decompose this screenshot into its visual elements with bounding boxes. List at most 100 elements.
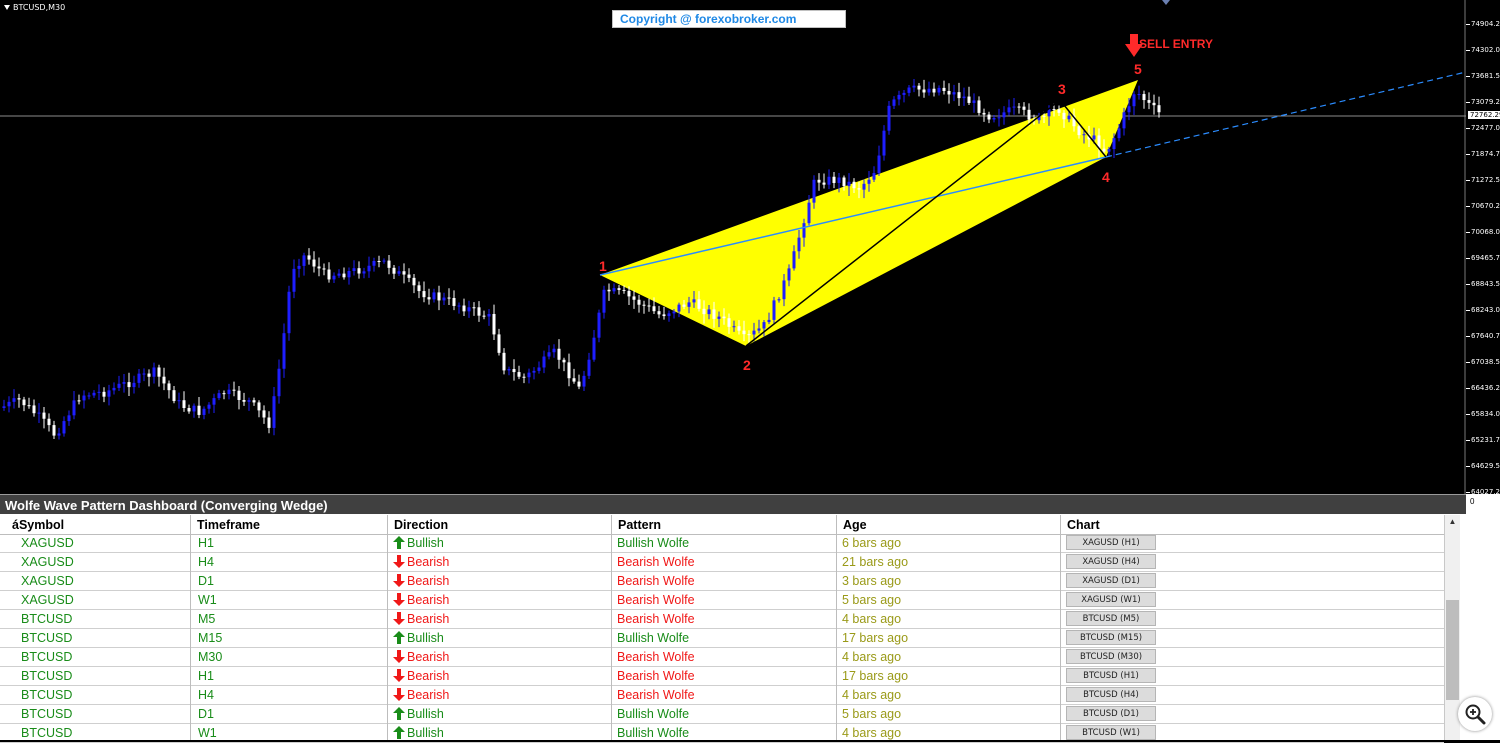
candle-body (787, 268, 791, 281)
candle-body (927, 88, 931, 93)
candle-body (47, 418, 51, 426)
candle-body (57, 433, 61, 436)
candle-body (552, 348, 556, 353)
open-chart-button[interactable]: XAGUSD (W1) (1066, 592, 1156, 607)
candle-body (32, 405, 36, 414)
candle-body (792, 251, 796, 269)
candle-body (272, 396, 276, 428)
candle-body (507, 369, 511, 371)
candle-body (237, 390, 241, 400)
candle-body (897, 94, 901, 100)
candle-body (892, 99, 896, 106)
candle-body (802, 223, 806, 238)
open-chart-button[interactable]: XAGUSD (D1) (1066, 573, 1156, 588)
row-direction-text: Bearish (407, 688, 450, 702)
candle-body (127, 382, 131, 388)
row-timeframe: H4 (198, 688, 214, 702)
zoom-button[interactable] (1458, 697, 1492, 731)
col-symbol-header[interactable]: áSymbol (6, 515, 190, 534)
dropdown-triangle-icon[interactable] (4, 5, 10, 10)
candle-body (517, 372, 521, 377)
row-age: 4 bars ago (842, 726, 902, 740)
candle-body (707, 309, 711, 315)
table-row: XAGUSD H4 Bearish Bearish Wolfe 21 bars ago X… (0, 553, 1444, 572)
price-axis-label: 65834.00 (1471, 410, 1500, 418)
row-direction: Bearish (384, 686, 449, 705)
price-axis-label: 71874.75 (1471, 150, 1500, 158)
open-chart-button[interactable]: BTCUSD (M15) (1066, 630, 1156, 645)
candle-body (357, 268, 361, 274)
row-pattern: Bearish Wolfe (617, 688, 695, 702)
arrow-down-icon (393, 555, 405, 568)
price-chart[interactable]: BTCUSD,M30 Copyright @ forexobroker.com … (0, 0, 1500, 496)
scroll-thumb[interactable] (1446, 600, 1459, 700)
price-axis-label: 67038.50 (1471, 358, 1500, 366)
table-row: XAGUSD W1 Bearish Bearish Wolfe 5 bars ago XA… (0, 591, 1444, 610)
candle-body (152, 367, 156, 377)
row-symbol: XAGUSD (21, 536, 74, 550)
candle-body (592, 337, 596, 360)
open-chart-button[interactable]: BTCUSD (H1) (1066, 668, 1156, 683)
candle-body (282, 333, 286, 369)
open-chart-button[interactable]: BTCUSD (W1) (1066, 725, 1156, 740)
row-direction: Bearish (384, 648, 449, 667)
candle-body (427, 297, 431, 300)
open-chart-button[interactable]: XAGUSD (H1) (1066, 535, 1156, 550)
candle-body (577, 381, 581, 387)
row-timeframe: H1 (198, 536, 214, 550)
candle-body (917, 85, 921, 90)
axis-tick (1466, 466, 1470, 467)
candle-body (107, 390, 111, 397)
col-pattern-header[interactable]: Pattern (611, 515, 836, 534)
row-pattern: Bearish Wolfe (617, 650, 695, 664)
candle-body (437, 292, 441, 301)
open-chart-button[interactable]: BTCUSD (D1) (1066, 706, 1156, 721)
candle-body (372, 260, 376, 266)
col-chart-header[interactable]: Chart (1060, 515, 1444, 534)
candle-body (227, 389, 231, 395)
candle-body (322, 268, 326, 270)
row-symbol: XAGUSD (21, 574, 74, 588)
candle-body (422, 291, 426, 298)
axis-tick (1466, 388, 1470, 389)
axis-tick (1466, 154, 1470, 155)
col-age-header[interactable]: Age (836, 515, 1060, 534)
candle-body (22, 399, 26, 406)
row-direction-text: Bearish (407, 650, 450, 664)
scroll-up-icon[interactable]: ▲ (1445, 515, 1460, 528)
open-chart-button[interactable]: BTCUSD (M30) (1066, 649, 1156, 664)
zoom-in-icon (1465, 704, 1486, 725)
column-divider (836, 515, 837, 740)
open-chart-button[interactable]: BTCUSD (M5) (1066, 611, 1156, 626)
candle-body (72, 400, 76, 416)
candle-body (432, 292, 436, 300)
open-chart-button[interactable]: XAGUSD (H4) (1066, 554, 1156, 569)
candle-body (1142, 94, 1146, 101)
candle-body (617, 288, 621, 290)
candle-body (627, 290, 631, 297)
candle-body (87, 395, 91, 397)
candle-body (1152, 102, 1156, 106)
candle-body (597, 312, 601, 338)
row-direction-text: Bullish (407, 631, 444, 645)
axis-tick (1466, 492, 1470, 493)
vertical-scrollbar[interactable]: ▲ (1444, 515, 1460, 740)
candle-body (672, 311, 676, 314)
candle-body (467, 307, 471, 312)
candle-body (867, 179, 871, 184)
arrow-down-icon (393, 669, 405, 682)
candle-body (162, 376, 166, 384)
col-direction-header[interactable]: Direction (387, 515, 611, 534)
row-timeframe: H4 (198, 555, 214, 569)
open-chart-button[interactable]: BTCUSD (H4) (1066, 687, 1156, 702)
candle-body (827, 176, 831, 185)
col-timeframe-header[interactable]: Timeframe (190, 515, 387, 534)
candle-body (42, 412, 46, 419)
candle-body (977, 100, 981, 113)
candle-body (727, 318, 731, 327)
candle-body (482, 315, 486, 317)
row-age: 6 bars ago (842, 536, 902, 550)
candle-body (1062, 112, 1066, 120)
candle-body (502, 352, 506, 371)
candle-body (642, 304, 646, 306)
